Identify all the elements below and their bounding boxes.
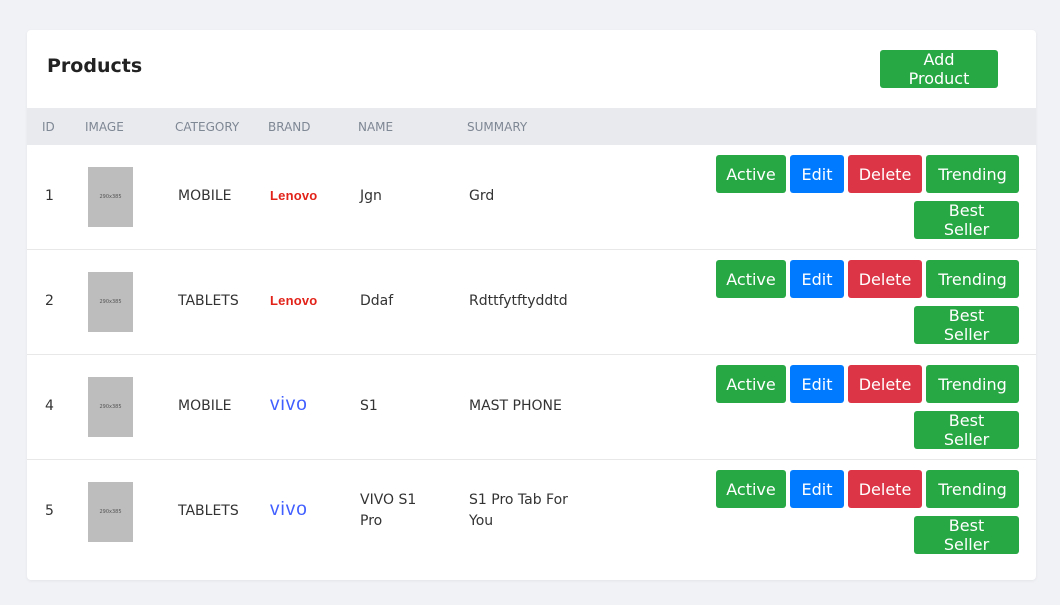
card-header: Products Add Product	[27, 30, 1036, 108]
brand-logo-lenovo: Lenovo	[270, 185, 317, 205]
delete-button[interactable]: Delete	[848, 260, 922, 298]
product-summary: MAST PHONE	[469, 398, 562, 414]
product-name-line: VIVO S1	[360, 492, 417, 508]
column-header-summary: SUMMARY	[467, 120, 528, 134]
row-actions: Active Edit Delete Trending Best Seller	[716, 155, 1019, 241]
product-image: 290x385	[88, 482, 133, 542]
best-seller-button[interactable]: Best Seller	[914, 201, 1019, 239]
product-name: Ddaf	[360, 293, 394, 309]
column-header-name: NAME	[358, 120, 394, 134]
product-category: MOBILE	[178, 398, 232, 414]
product-summary: S1 Pro Tab For You	[469, 490, 568, 532]
product-summary: Grd	[469, 188, 495, 204]
product-summary: Rdttfytftyddtd	[469, 293, 568, 309]
image-placeholder-label: 290x385	[99, 299, 122, 305]
brand-logo-vivo: vivo	[270, 499, 308, 520]
edit-button[interactable]: Edit	[790, 365, 844, 403]
brand-logo-text: vivo	[270, 394, 308, 415]
product-id: 2	[45, 293, 54, 309]
column-header-image: IMAGE	[85, 120, 124, 134]
brand-logo-vivo: vivo	[270, 394, 308, 415]
best-seller-button[interactable]: Best Seller	[914, 516, 1019, 554]
brand-logo-text: vivo	[270, 499, 308, 520]
image-placeholder-label: 290x385	[99, 194, 122, 200]
table-row: 1 290x385 MOBILE Lenovo Jgn Grd Active E…	[27, 145, 1036, 250]
active-button[interactable]: Active	[716, 155, 786, 193]
product-category: TABLETS	[178, 503, 239, 519]
product-id: 4	[45, 398, 54, 414]
product-name: Jgn	[360, 188, 382, 204]
product-summary-line: S1 Pro Tab For	[469, 492, 568, 508]
image-placeholder-label: 290x385	[99, 404, 122, 410]
trending-button[interactable]: Trending	[926, 365, 1019, 403]
trending-button[interactable]: Trending	[926, 260, 1019, 298]
edit-button[interactable]: Edit	[790, 260, 844, 298]
delete-button[interactable]: Delete	[848, 365, 922, 403]
product-category: TABLETS	[178, 293, 239, 309]
products-card: Products Add Product ID IMAGE CATEGORY B…	[27, 30, 1036, 580]
brand-logo-text: Lenovo	[270, 292, 318, 308]
active-button[interactable]: Active	[716, 470, 786, 508]
best-seller-button[interactable]: Best Seller	[914, 411, 1019, 449]
trending-button[interactable]: Trending	[926, 155, 1019, 193]
row-actions: Active Edit Delete Trending Best Seller	[716, 260, 1019, 346]
column-header-category: CATEGORY	[175, 120, 240, 134]
edit-button[interactable]: Edit	[790, 155, 844, 193]
product-name-line: Pro	[360, 513, 383, 529]
delete-button[interactable]: Delete	[848, 155, 922, 193]
product-image: 290x385	[88, 167, 133, 227]
product-image: 290x385	[88, 377, 133, 437]
column-header-brand: BRAND	[268, 120, 311, 134]
product-image: 290x385	[88, 272, 133, 332]
trending-button[interactable]: Trending	[926, 470, 1019, 508]
product-id: 5	[45, 503, 54, 519]
page-title: Products	[47, 55, 143, 77]
table-row: 2 290x385 TABLETS Lenovo Ddaf Rdttfytfty…	[27, 250, 1036, 355]
image-placeholder-label: 290x385	[99, 509, 122, 515]
table-row: 5 290x385 TABLETS vivo VIVO S1 Pro S1 Pr…	[27, 460, 1036, 565]
product-category: MOBILE	[178, 188, 232, 204]
edit-button[interactable]: Edit	[790, 470, 844, 508]
column-header-id: ID	[42, 120, 55, 134]
product-id: 1	[45, 188, 54, 204]
table-header: ID IMAGE CATEGORY BRAND NAME SUMMARY	[27, 108, 1036, 145]
row-actions: Active Edit Delete Trending Best Seller	[716, 470, 1019, 556]
brand-logo-text: Lenovo	[270, 187, 318, 203]
delete-button[interactable]: Delete	[848, 470, 922, 508]
brand-logo-lenovo: Lenovo	[270, 290, 317, 310]
product-summary-line: You	[469, 513, 494, 529]
active-button[interactable]: Active	[716, 260, 786, 298]
table-row: 4 290x385 MOBILE vivo S1 MAST PHONE Acti…	[27, 355, 1036, 460]
product-name: VIVO S1 Pro	[360, 490, 416, 532]
add-product-button[interactable]: Add Product	[880, 50, 998, 88]
row-actions: Active Edit Delete Trending Best Seller	[716, 365, 1019, 451]
best-seller-button[interactable]: Best Seller	[914, 306, 1019, 344]
product-name: S1	[360, 398, 378, 414]
active-button[interactable]: Active	[716, 365, 786, 403]
